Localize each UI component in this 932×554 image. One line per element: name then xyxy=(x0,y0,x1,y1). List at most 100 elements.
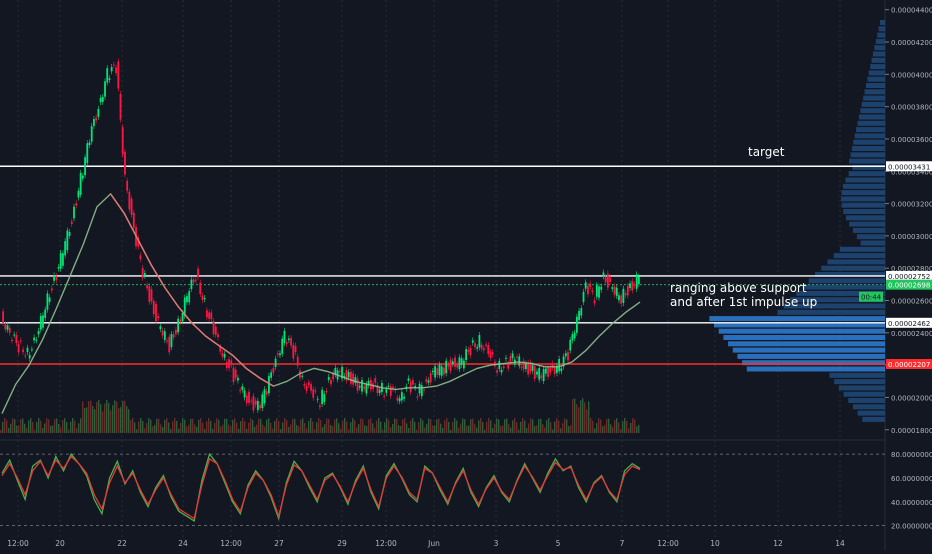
volume-bar xyxy=(448,421,450,433)
volume-bar xyxy=(270,422,272,433)
volume-bar xyxy=(584,402,586,433)
candle-body xyxy=(174,330,177,335)
volume-bar xyxy=(58,423,60,433)
volume-bar xyxy=(576,404,578,433)
candle-body xyxy=(485,344,487,346)
candle-body xyxy=(602,272,605,277)
x-tick-label: 3 xyxy=(494,539,499,548)
candle-body xyxy=(567,351,569,361)
candle-body xyxy=(536,371,538,375)
volume-bar xyxy=(256,424,258,433)
volume-bar xyxy=(354,420,356,433)
volume-bar xyxy=(172,421,174,433)
volume-bar xyxy=(638,424,640,433)
volume-bar xyxy=(148,418,150,433)
volume-bar xyxy=(104,403,106,433)
x-tick-label: 12:00 xyxy=(375,539,397,548)
volume-bar xyxy=(636,426,638,433)
volume-bar xyxy=(280,429,282,433)
candle-body xyxy=(265,391,268,395)
candle-body xyxy=(301,375,304,377)
volume-bar xyxy=(204,429,206,433)
candle-body xyxy=(217,334,219,338)
candle-body xyxy=(170,334,173,348)
volume-bar xyxy=(222,424,224,433)
volume-bar xyxy=(586,409,588,433)
volume-bar xyxy=(158,418,160,433)
candle-body xyxy=(234,369,237,378)
volume-profile-bar xyxy=(864,89,885,95)
volume-bar xyxy=(212,428,214,433)
volume-bar xyxy=(306,428,308,433)
volume-bar xyxy=(384,422,386,433)
volume-bar xyxy=(626,420,628,433)
volume-bar xyxy=(228,424,230,433)
volume-bar xyxy=(36,421,38,433)
y-tick-label: 0.00002000 xyxy=(891,394,932,402)
volume-profile-bar xyxy=(861,101,885,107)
candle-body xyxy=(210,312,213,320)
candle-body xyxy=(578,310,580,321)
volume-bar xyxy=(302,418,304,433)
volume-bar xyxy=(88,401,90,433)
volume-bar xyxy=(518,429,520,433)
volume-bar xyxy=(30,418,32,433)
volume-bar xyxy=(480,418,482,433)
volume-bar xyxy=(564,418,566,433)
candle-body xyxy=(130,198,133,215)
candle-body xyxy=(400,392,403,401)
candle-body xyxy=(587,286,589,295)
volume-profile-bar xyxy=(777,309,885,315)
volume-bar xyxy=(292,418,294,433)
volume-bar xyxy=(276,418,278,433)
volume-bar xyxy=(86,407,88,433)
volume-profile-bar xyxy=(851,146,885,151)
candle-body xyxy=(243,390,246,398)
volume-profile-bar xyxy=(833,253,885,259)
candle-body xyxy=(101,96,104,102)
volume-profile-bar xyxy=(841,202,885,208)
volume-profile-bar xyxy=(718,328,885,334)
volume-bar xyxy=(70,421,72,433)
volume-bar xyxy=(464,419,466,433)
candle-body xyxy=(245,395,248,404)
candle-body xyxy=(500,369,503,373)
candle-body xyxy=(443,367,445,375)
candle-body xyxy=(274,358,277,368)
candle-body xyxy=(77,190,80,198)
volume-bar xyxy=(362,419,364,433)
volume-bar xyxy=(600,419,602,433)
volume-bar xyxy=(556,418,558,433)
candle-body xyxy=(157,315,160,319)
candle-body xyxy=(159,326,162,330)
oscillator-y-label: 40.00000000 xyxy=(891,499,932,507)
candle-body xyxy=(330,379,332,385)
y-tick-label: 0.00003000 xyxy=(891,233,932,241)
volume-bar xyxy=(534,425,536,433)
candle-body xyxy=(221,353,224,357)
candle-body xyxy=(511,353,514,358)
volume-bar xyxy=(398,425,400,433)
y-tick-label: 0.00002600 xyxy=(891,298,932,306)
volume-bar xyxy=(134,422,136,433)
countdown-label: 00:44 xyxy=(861,294,882,302)
candle-body xyxy=(55,276,58,281)
candle-body xyxy=(17,344,20,353)
x-tick-label: 12:00 xyxy=(7,539,29,548)
volume-bar xyxy=(414,421,416,433)
volume-bar xyxy=(622,421,624,433)
candle-body xyxy=(465,349,468,360)
volume-bar xyxy=(602,426,604,433)
volume-bar xyxy=(110,410,112,433)
candle-body xyxy=(99,97,102,103)
volume-bar xyxy=(436,419,438,433)
volume-bar xyxy=(72,418,74,433)
volume-bar xyxy=(152,426,154,433)
volume-bar xyxy=(524,420,526,433)
candle-body xyxy=(423,389,425,391)
candle-body xyxy=(248,391,250,404)
candle-body xyxy=(383,395,386,397)
candle-body xyxy=(542,369,545,382)
volume-profile-bar xyxy=(709,316,885,322)
volume-bar xyxy=(520,421,522,433)
